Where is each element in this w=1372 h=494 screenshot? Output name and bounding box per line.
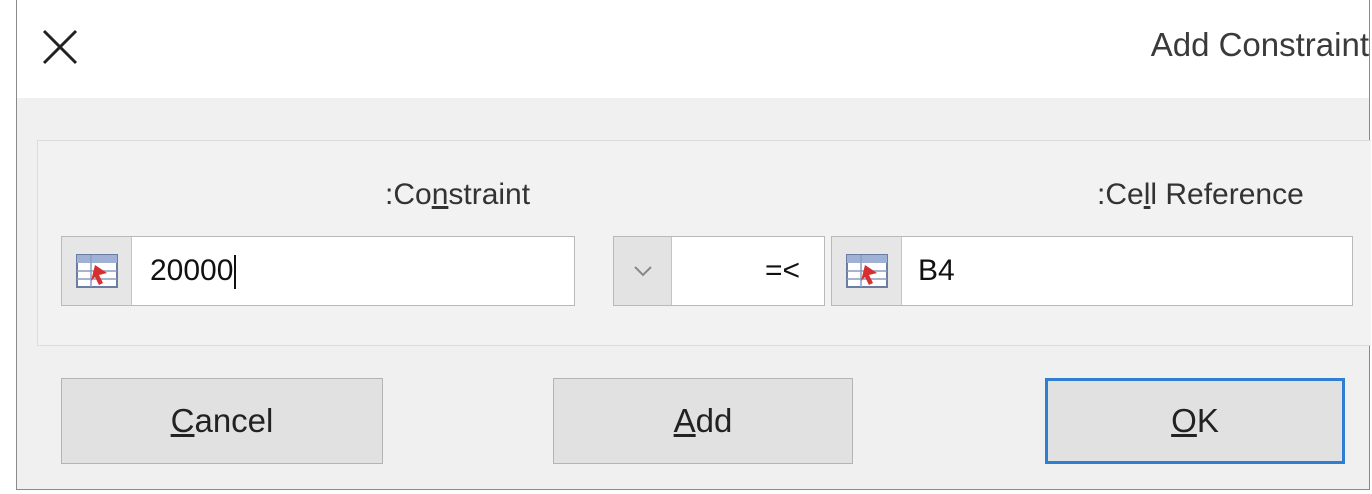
operator-dropdown-button[interactable]	[614, 237, 672, 305]
constraint-range-select-button[interactable]	[62, 237, 132, 305]
window-title: Add Constraint	[1150, 26, 1369, 63]
constraint-label: :Constraint	[385, 178, 531, 211]
operator-value: =<	[764, 254, 800, 287]
cell-reference-value: B4	[918, 254, 955, 287]
add-button[interactable]: Add	[553, 378, 853, 464]
constraint-value: 20000	[150, 254, 234, 287]
operator-select[interactable]: =<	[613, 236, 825, 306]
text-caret	[234, 255, 237, 290]
close-icon[interactable]	[39, 26, 81, 68]
title-bar: Add Constraint	[17, 0, 1369, 98]
cell-reference-range-select-button[interactable]	[832, 237, 902, 305]
ok-button[interactable]: OK	[1045, 378, 1345, 464]
cell-reference-label: :Cell Reference	[1097, 178, 1304, 211]
chevron-down-icon	[633, 266, 652, 277]
range-select-icon	[845, 254, 888, 288]
add-constraint-dialog: Add Constraint :Constraint :Cell Referen…	[16, 0, 1371, 490]
constraint-input[interactable]: 20000	[61, 236, 575, 306]
range-select-icon	[75, 254, 118, 288]
cell-reference-input[interactable]: B4	[831, 236, 1353, 306]
cancel-button[interactable]: Cancel	[61, 378, 383, 464]
